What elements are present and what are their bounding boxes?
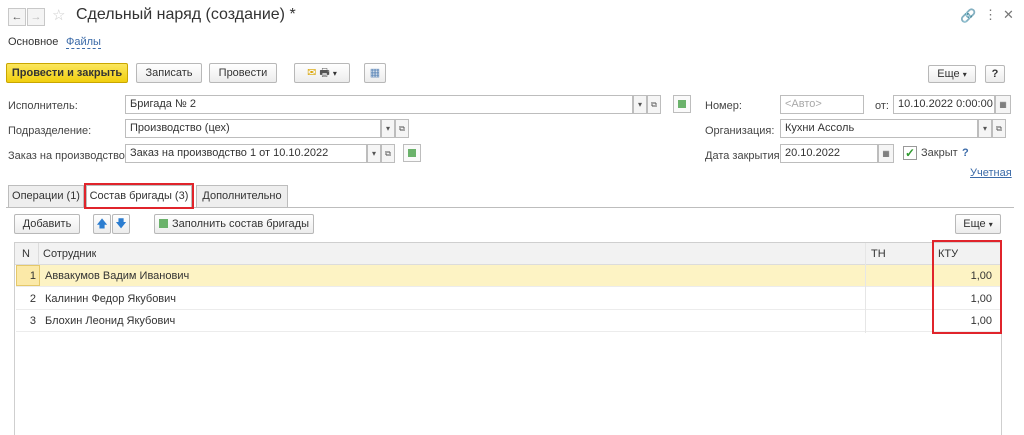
accounting-link[interactable]: Учетная: [970, 167, 1012, 179]
email-print-button[interactable]: ✉ 🖶 ▾: [294, 63, 350, 83]
row-ktu[interactable]: 1,00: [936, 310, 992, 332]
order-dropdown-button[interactable]: ▾: [367, 144, 381, 163]
executor-dropdown-button[interactable]: ▾: [633, 95, 647, 114]
row-number: 1: [29, 270, 36, 282]
page-title: Сдельный наряд (создание) *: [76, 6, 296, 23]
date-label: от:: [875, 100, 889, 112]
save-button[interactable]: Записать: [136, 63, 202, 83]
row-ktu[interactable]: 1,00: [936, 288, 992, 310]
closed-help-icon[interactable]: ?: [962, 147, 969, 159]
calendar-icon[interactable]: ▦: [995, 95, 1011, 114]
executor-open-button[interactable]: ⧉: [647, 95, 661, 114]
arrow-down-icon: 🡇: [115, 218, 127, 230]
move-down-button[interactable]: 🡇: [112, 214, 130, 234]
more-button[interactable]: Еще ▾: [928, 65, 976, 83]
row-employee: Аввакумов Вадим Иванович: [45, 270, 190, 282]
arrow-up-icon: 🡅: [96, 218, 108, 230]
column-header-employee[interactable]: Сотрудник: [43, 243, 96, 265]
nav-tab-files[interactable]: Файлы: [66, 36, 101, 49]
number-field[interactable]: <Авто>: [780, 95, 864, 114]
division-label: Подразделение:: [8, 125, 92, 137]
closed-label: Закрыт: [921, 147, 958, 159]
date-field[interactable]: 10.10.2022 0:00:00: [893, 95, 995, 114]
column-header-tn[interactable]: ТН: [871, 243, 886, 265]
executor-create-button[interactable]: [673, 95, 691, 113]
division-open-button[interactable]: ⧉: [395, 119, 409, 138]
printer-icon: 🖶: [319, 67, 330, 79]
column-header-ktu[interactable]: КТУ: [938, 243, 958, 265]
post-button[interactable]: Провести: [209, 63, 277, 83]
fill-icon: [158, 219, 168, 228]
number-label: Номер:: [705, 100, 742, 112]
organization-field[interactable]: Кухни Ассоль: [780, 119, 978, 138]
tab-additional[interactable]: Дополнительно: [196, 185, 288, 207]
table-row[interactable]: 2 Калинин Федор Якубович 1,00: [16, 288, 1000, 310]
column-divider: [38, 243, 39, 265]
column-divider: [932, 243, 933, 333]
executor-field[interactable]: Бригада № 2: [125, 95, 633, 114]
row-employee: Блохин Леонид Якубович: [45, 315, 176, 327]
order-open-button[interactable]: ⧉: [381, 144, 395, 163]
chevron-down-icon: ▾: [988, 220, 993, 229]
create-icon: [678, 100, 686, 108]
table-row[interactable]: 3 Блохин Леонид Якубович 1,00: [16, 310, 1000, 332]
fill-brigade-button[interactable]: Заполнить состав бригады: [154, 214, 314, 234]
division-field[interactable]: Производство (цех): [125, 119, 381, 138]
back-button[interactable]: ←: [8, 8, 26, 26]
order-field[interactable]: Заказ на производство 1 от 10.10.2022: [125, 144, 367, 163]
organization-open-button[interactable]: ⧉: [992, 119, 1006, 138]
tab-brigade[interactable]: Состав бригады (3): [86, 185, 192, 208]
division-dropdown-button[interactable]: ▾: [381, 119, 395, 138]
help-button[interactable]: ?: [985, 65, 1005, 83]
post-and-close-button[interactable]: Провести и закрыть: [6, 63, 128, 83]
envelope-icon: ✉: [307, 67, 317, 79]
order-label: Заказ на производство:: [8, 150, 128, 162]
structure-button[interactable]: ▦: [364, 63, 386, 83]
organization-dropdown-button[interactable]: ▾: [978, 119, 992, 138]
organization-label: Организация:: [705, 125, 775, 137]
close-date-field[interactable]: 20.10.2022: [780, 144, 878, 163]
closed-checkbox[interactable]: ✓: [903, 146, 917, 160]
close-date-label: Дата закрытия:: [705, 150, 783, 162]
calendar-icon[interactable]: ▦: [878, 144, 894, 163]
more-vertical-icon[interactable]: ⋮: [984, 7, 997, 23]
row-number: 2: [29, 293, 36, 305]
table-more-button[interactable]: Еще ▾: [955, 214, 1001, 234]
forward-button[interactable]: →: [27, 8, 45, 26]
hierarchy-icon: ▦: [369, 67, 381, 79]
close-icon[interactable]: ✕: [1003, 7, 1014, 23]
order-create-button[interactable]: [403, 144, 421, 162]
table-header: N Сотрудник ТН КТУ: [15, 243, 1001, 265]
nav-tab-main[interactable]: Основное: [8, 36, 58, 48]
chevron-down-icon: ▾: [332, 69, 337, 78]
create-icon: [408, 149, 416, 157]
link-icon[interactable]: 🔗: [960, 8, 976, 24]
executor-label: Исполнитель:: [8, 100, 78, 112]
column-divider: [865, 243, 866, 333]
row-ktu[interactable]: 1,00: [936, 265, 992, 287]
add-button[interactable]: Добавить: [14, 214, 80, 234]
row-employee: Калинин Федор Якубович: [45, 293, 177, 305]
column-header-n[interactable]: N: [22, 243, 30, 265]
row-number: 3: [29, 315, 36, 327]
tab-operations[interactable]: Операции (1): [8, 185, 84, 207]
favorite-star-icon[interactable]: ☆: [52, 6, 65, 24]
table-row[interactable]: 1 Аввакумов Вадим Иванович 1,00: [16, 265, 1000, 287]
chevron-down-icon: ▾: [962, 70, 967, 79]
move-up-button[interactable]: 🡅: [93, 214, 111, 234]
